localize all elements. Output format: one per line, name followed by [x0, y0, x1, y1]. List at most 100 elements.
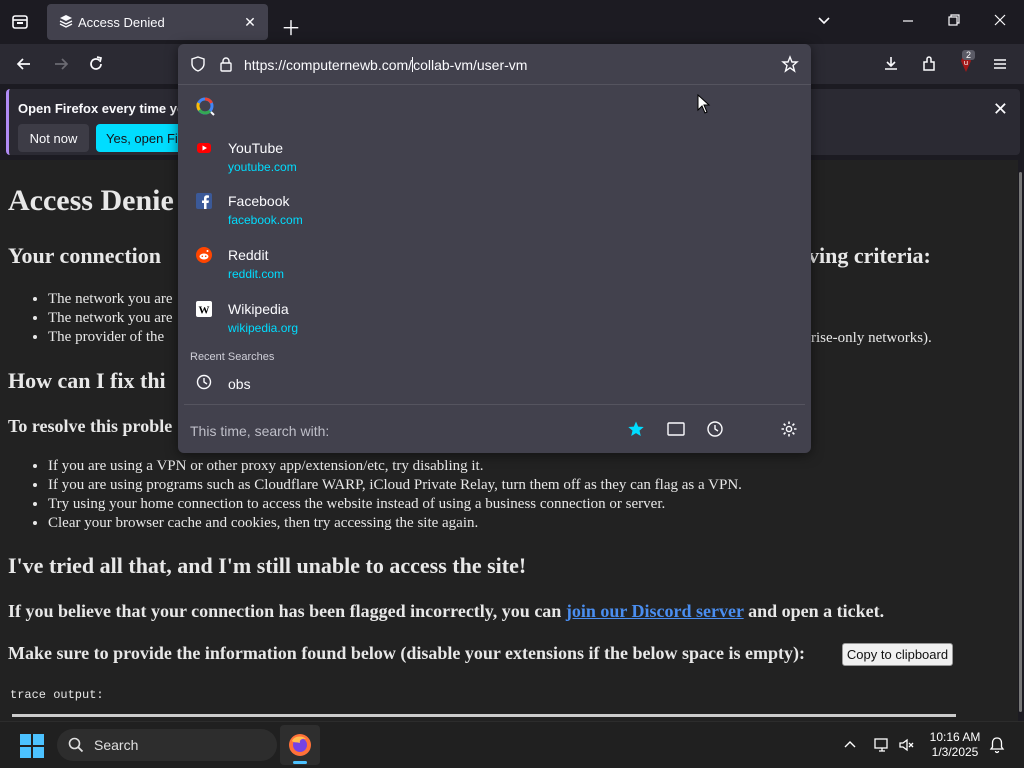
list-item: Clear your browser cache and cookies, th… — [48, 514, 742, 533]
notifications-bell-icon[interactable] — [988, 736, 1006, 759]
extension-badge-count: 2 — [962, 50, 976, 60]
show-hidden-icons-chevron-icon[interactable] — [842, 737, 858, 758]
svg-text:u: u — [964, 59, 968, 67]
svg-text:W: W — [199, 305, 210, 317]
recent-search-text: obs — [228, 376, 251, 392]
screen: Access Denied ✕ ＋ u 2 Open Firefox every… — [0, 0, 1024, 768]
copy-to-clipboard-button[interactable]: Copy to clipboard — [842, 643, 953, 666]
criteria-tail: rise-only networks). — [811, 330, 932, 346]
page-scrollbar-thumb[interactable] — [1019, 172, 1022, 712]
bookmarks-search-star-icon[interactable] — [627, 420, 645, 443]
url-text-after-caret: collab-vm/user-vm — [413, 57, 528, 73]
taskbar-search-box[interactable]: Search — [57, 729, 277, 761]
tried-heading: I've tried all that, and I'm still unabl… — [8, 553, 527, 578]
fix-heading: How can I fix thi — [8, 368, 166, 393]
wikipedia-icon: W — [196, 301, 212, 317]
list-item: If you are using programs such as Cloudf… — [48, 476, 742, 495]
volume-muted-icon[interactable] — [898, 736, 916, 759]
list-item: The network you are — [48, 309, 173, 328]
criteria-list: The network you are The network you are … — [48, 290, 173, 347]
yes-open-firefox-button[interactable]: Yes, open Firefox — [96, 124, 186, 152]
new-tab-icon[interactable]: ＋ — [281, 12, 301, 41]
suggestion-name: YouTube — [228, 140, 284, 156]
bookmark-star-icon[interactable] — [781, 55, 799, 78]
tab-title: Access Denied — [78, 15, 165, 30]
resolve-list: If you are using a VPN or other proxy ap… — [48, 457, 742, 533]
notification-text: Open Firefox every time you — [18, 101, 193, 116]
tabs-search-icon[interactable] — [667, 421, 685, 442]
search-engine-row[interactable] — [178, 92, 811, 118]
youtube-icon — [196, 140, 212, 156]
flagged-paragraph: If you believe that your connection has … — [8, 601, 884, 622]
downloads-icon[interactable] — [882, 55, 900, 78]
suggestion-reddit[interactable]: Reddit reddit.com — [178, 239, 811, 289]
suggestion-url: wikipedia.org — [228, 321, 299, 335]
history-clock-icon — [196, 374, 212, 395]
close-window-icon[interactable] — [992, 12, 1008, 33]
suggestion-name: Facebook — [228, 193, 290, 209]
notification-close-icon[interactable]: ✕ — [993, 99, 1008, 120]
running-indicator — [293, 761, 307, 764]
suggestion-url: youtube.com — [228, 160, 297, 174]
list-item: If you are using a VPN or other proxy ap… — [48, 457, 742, 476]
discord-link[interactable]: join our Discord server — [566, 601, 744, 621]
flagged-text-after: and open a ticket. — [743, 601, 885, 621]
urlbar-dropdown: https://computernewb.com/collab-vm/user-… — [178, 44, 811, 453]
minimize-icon[interactable] — [900, 12, 916, 33]
search-icon — [68, 737, 84, 758]
list-all-tabs-icon[interactable] — [816, 12, 832, 33]
lock-icon[interactable] — [218, 56, 234, 77]
clock-time: 10:16 AM — [929, 730, 981, 744]
url-text-before-caret: https://computernewb.com/ — [244, 57, 413, 73]
urlbar-separator — [178, 84, 811, 85]
reddit-icon — [196, 247, 212, 263]
clock-date: 1/3/2025 — [931, 745, 979, 759]
not-now-button[interactable]: Not now — [18, 124, 89, 152]
history-search-icon[interactable] — [706, 420, 724, 443]
connection-heading-tail: ving criteria: — [808, 243, 931, 268]
tab-strip: Access Denied ✕ ＋ — [0, 0, 1024, 44]
flagged-text-before: If you believe that your connection has … — [8, 601, 566, 621]
dropdown-footer-separator — [184, 404, 805, 405]
suggestion-facebook[interactable]: Facebook facebook.com — [178, 185, 811, 235]
suggestion-wikipedia[interactable]: W Wikipedia wikipedia.org — [178, 293, 811, 343]
search-with-label: This time, search with: — [190, 423, 330, 439]
tracking-protection-shield-icon[interactable] — [190, 56, 206, 77]
url-text[interactable]: https://computernewb.com/collab-vm/user-… — [244, 57, 527, 73]
recent-search-item[interactable]: obs — [178, 370, 811, 396]
list-item: The network you are — [48, 290, 173, 309]
suggestion-youtube[interactable]: YouTube youtube.com — [178, 132, 811, 182]
back-icon[interactable] — [15, 55, 33, 78]
menu-icon[interactable] — [991, 55, 1009, 78]
extensions-icon[interactable] — [920, 55, 938, 78]
taskbar-firefox-app[interactable] — [280, 725, 320, 765]
tab-close-icon[interactable]: ✕ — [240, 12, 260, 32]
firefox-view-icon[interactable] — [11, 13, 29, 36]
taskbar-search-label: Search — [94, 737, 139, 753]
trace-output-label: trace output: — [10, 688, 104, 702]
suggestion-url: facebook.com — [228, 213, 303, 227]
recent-searches-header: Recent Searches — [190, 351, 275, 363]
network-icon[interactable] — [873, 736, 891, 759]
tab-favicon-icon — [58, 14, 74, 30]
provide-paragraph: Make sure to provide the information fou… — [8, 643, 806, 663]
mouse-cursor-icon — [697, 93, 711, 119]
forward-icon[interactable] — [52, 55, 70, 78]
windows-taskbar: Search 10:16 AM 1/3/2025 — [0, 721, 1024, 768]
list-item: The provider of the — [48, 328, 173, 347]
google-search-icon — [196, 97, 216, 122]
start-windows-icon[interactable] — [20, 734, 44, 763]
restore-icon[interactable] — [946, 12, 962, 33]
address-bar[interactable]: https://computernewb.com/collab-vm/user-… — [178, 44, 811, 84]
facebook-icon — [196, 193, 212, 209]
suggestion-name: Reddit — [228, 247, 269, 263]
taskbar-clock[interactable]: 10:16 AM 1/3/2025 — [922, 730, 988, 760]
suggestion-url: reddit.com — [228, 267, 285, 281]
reload-icon[interactable] — [87, 55, 105, 78]
resolve-heading: To resolve this proble — [8, 416, 173, 436]
list-item: Try using your home connection to access… — [48, 495, 742, 514]
firefox-icon — [288, 733, 312, 762]
tab-access-denied[interactable]: Access Denied ✕ — [47, 4, 268, 40]
trace-output-box — [12, 714, 956, 717]
search-settings-gear-icon[interactable] — [780, 420, 798, 443]
